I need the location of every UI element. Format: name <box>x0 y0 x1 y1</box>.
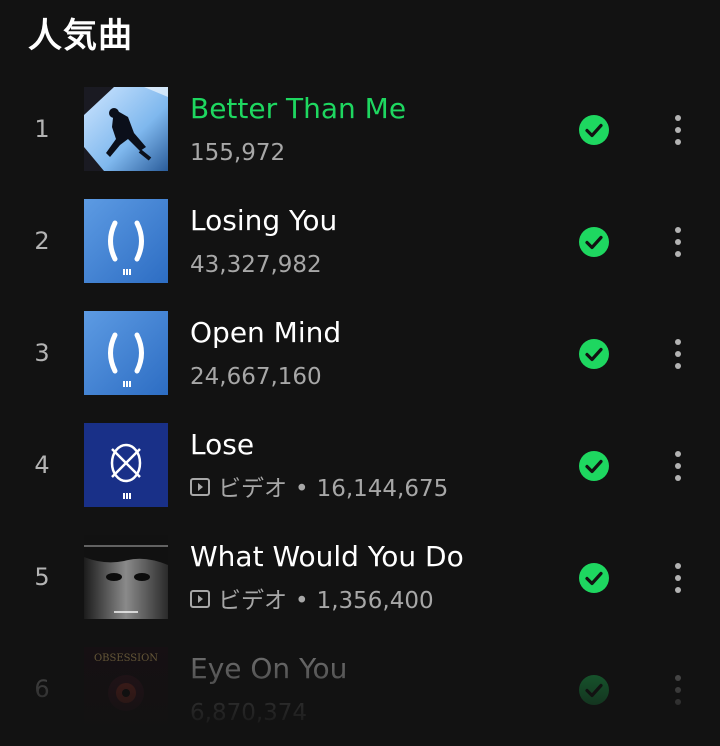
popular-tracks-list: 1 Better Than Me 155,972 2 Losing You 43… <box>0 74 720 746</box>
more-options-icon[interactable] <box>664 336 692 372</box>
track-title: Eye On You <box>190 652 348 685</box>
video-label: ビデオ <box>218 588 287 614</box>
downloaded-check-icon <box>579 339 609 369</box>
track-rank: 3 <box>34 339 50 367</box>
track-row-2[interactable]: 2 Losing You 43,327,982 <box>0 186 720 298</box>
more-options-icon[interactable] <box>664 560 692 596</box>
album-cover-image <box>84 423 168 507</box>
play-count: 43,327,982 <box>190 252 322 278</box>
downloaded-check-icon <box>579 451 609 481</box>
downloaded-check-icon <box>579 115 609 145</box>
track-title: Open Mind <box>190 316 342 349</box>
track-rank: 5 <box>34 563 50 591</box>
track-title: Better Than Me <box>190 92 407 125</box>
play-count: 24,667,160 <box>190 364 322 390</box>
video-icon <box>190 474 210 504</box>
separator-dot: • <box>295 476 309 502</box>
cover-text: OBSESSION <box>94 653 158 664</box>
track-rank: 6 <box>34 675 50 703</box>
section-title: 人気曲 <box>28 16 133 56</box>
more-options-icon[interactable] <box>664 224 692 260</box>
video-label: ビデオ <box>218 476 287 502</box>
track-meta: ビデオ • 1,356,400 <box>190 586 434 616</box>
more-options-icon[interactable] <box>664 448 692 484</box>
track-row-1[interactable]: 1 Better Than Me 155,972 <box>0 74 720 186</box>
album-cover-image <box>84 199 168 283</box>
album-cover-image <box>84 311 168 395</box>
track-title: What Would You Do <box>190 540 464 573</box>
track-row-5[interactable]: 5 What Would You Do ビデオ • 1,356,400 <box>0 522 720 634</box>
album-cover-image <box>84 87 168 171</box>
play-count: 16,144,675 <box>316 476 449 502</box>
track-rank: 4 <box>34 451 50 479</box>
track-title: Losing You <box>190 204 338 237</box>
play-count: 1,356,400 <box>316 588 434 614</box>
track-meta: ビデオ • 16,144,675 <box>190 474 448 504</box>
more-options-icon[interactable] <box>664 672 692 708</box>
track-row-4[interactable]: 4 Lose ビデオ • 16,144,675 <box>0 410 720 522</box>
track-meta: 6,870,374 <box>190 698 307 728</box>
play-count: 155,972 <box>190 140 286 166</box>
track-title: Lose <box>190 428 255 461</box>
track-row-3[interactable]: 3 Open Mind 24,667,160 <box>0 298 720 410</box>
album-cover-image: OBSESSION <box>84 647 168 731</box>
album-cover-image <box>84 535 168 619</box>
video-icon <box>190 586 210 616</box>
track-rank: 1 <box>34 115 50 143</box>
track-meta: 24,667,160 <box>190 362 322 392</box>
downloaded-check-icon <box>579 227 609 257</box>
separator-dot: • <box>295 588 309 614</box>
track-row-6[interactable]: 6 OBSESSION Eye On You 6,870,374 <box>0 634 720 746</box>
more-options-icon[interactable] <box>664 112 692 148</box>
downloaded-check-icon <box>579 675 609 705</box>
track-rank: 2 <box>34 227 50 255</box>
track-meta: 155,972 <box>190 138 285 168</box>
downloaded-check-icon <box>579 563 609 593</box>
play-count: 6,870,374 <box>190 700 308 726</box>
track-meta: 43,327,982 <box>190 250 322 280</box>
